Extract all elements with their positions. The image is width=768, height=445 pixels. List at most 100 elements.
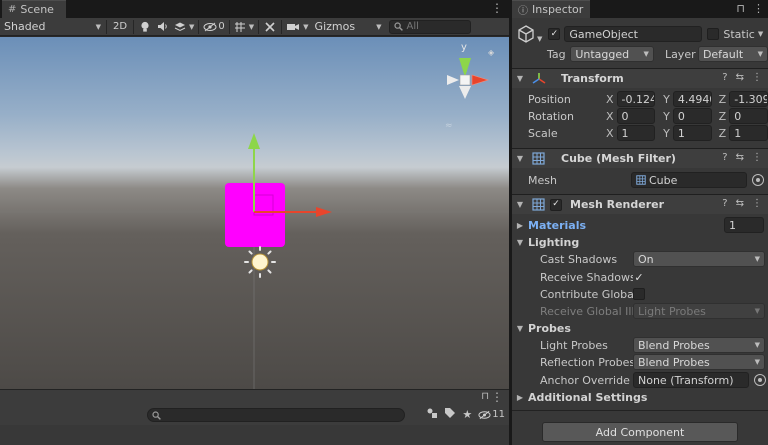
label-filter-button[interactable] bbox=[426, 407, 438, 422]
tag-dropdown[interactable]: Untagged ▼ bbox=[570, 46, 654, 62]
scene-search-input[interactable]: All bbox=[388, 19, 471, 34]
transform-header[interactable]: ▼ Transform ? ⇆ ⋮ bbox=[512, 68, 768, 88]
more-icon[interactable]: ⋮ bbox=[491, 390, 503, 404]
additional-settings-section[interactable]: ▶ Additional Settings bbox=[512, 389, 768, 405]
scale-z-field[interactable]: 1 bbox=[729, 125, 768, 141]
materials-count-field[interactable]: 1 bbox=[724, 217, 764, 233]
axis-x-label: X bbox=[605, 126, 614, 140]
tab-scene[interactable]: # Scene bbox=[2, 0, 66, 18]
fold-arrow-icon[interactable]: ▼ bbox=[514, 200, 526, 209]
tab-inspector[interactable]: ⓘ Inspector bbox=[512, 0, 590, 18]
position-y-field[interactable]: 4.4940 bbox=[672, 91, 712, 107]
materials-row[interactable]: ▶ Materials 1 bbox=[512, 217, 768, 233]
light-probes-dropdown[interactable]: Blend Probes ▼ bbox=[633, 337, 765, 353]
scale-y-field[interactable]: 1 bbox=[672, 125, 712, 141]
lock-icon[interactable]: ◈ bbox=[488, 48, 495, 57]
chevron-down-icon[interactable]: ▼ bbox=[758, 30, 763, 38]
position-x-value: -0.1243 bbox=[621, 92, 655, 106]
fold-arrow-icon[interactable]: ▼ bbox=[514, 74, 526, 83]
more-icon[interactable]: ⋮ bbox=[752, 152, 762, 163]
gameobject-name-field[interactable]: GameObject bbox=[564, 26, 703, 42]
mesh-filter-header[interactable]: ▼ Cube (Mesh Filter) ? ⇆ ⋮ bbox=[512, 148, 768, 168]
more-icon[interactable]: ⋮ bbox=[491, 1, 503, 15]
lighting-toggle-button[interactable] bbox=[136, 19, 154, 35]
scene-visibility-toggle[interactable]: 0 bbox=[201, 19, 226, 35]
axis-y-label: Y bbox=[663, 126, 670, 140]
lock-icon[interactable]: ⊓ bbox=[736, 2, 745, 15]
rotation-y-field[interactable]: 0 bbox=[672, 108, 712, 124]
static-checkbox[interactable] bbox=[707, 28, 720, 40]
help-icon[interactable]: ? bbox=[722, 152, 727, 163]
help-icon[interactable]: ? bbox=[722, 198, 727, 209]
light-bulb-icon bbox=[141, 21, 149, 32]
additional-settings-label: Additional Settings bbox=[528, 390, 648, 404]
toolbar-divider bbox=[106, 19, 107, 34]
chevron-down-icon[interactable]: ▼ bbox=[537, 35, 542, 43]
tools-button[interactable] bbox=[261, 19, 279, 35]
reflection-probes-row: Reflection Probes Blend Probes ▼ bbox=[512, 354, 768, 370]
move-y-arrowhead[interactable] bbox=[248, 133, 260, 149]
sun-icon[interactable] bbox=[244, 246, 276, 278]
gizmos-dropdown[interactable]: Gizmos ▼ bbox=[311, 19, 385, 35]
more-icon[interactable]: ⋮ bbox=[753, 2, 764, 15]
scene-viewport[interactable]: y ◈ ≈ bbox=[0, 37, 509, 389]
preset-icon[interactable]: ⇆ bbox=[736, 72, 744, 83]
lighting-section[interactable]: ▼ Lighting bbox=[512, 234, 768, 250]
rotation-z-field[interactable]: 0 bbox=[729, 108, 768, 124]
fold-arrow-icon[interactable]: ▼ bbox=[514, 324, 526, 333]
2d-toggle-button[interactable]: 2D bbox=[109, 19, 131, 35]
anchor-override-field[interactable]: None (Transform) bbox=[633, 372, 749, 388]
preset-icon[interactable]: ⇆ bbox=[736, 152, 744, 163]
mesh-renderer-enabled-checkbox[interactable]: ✓ bbox=[550, 198, 562, 211]
object-picker-icon[interactable] bbox=[752, 174, 764, 186]
reflection-probes-dropdown[interactable]: Blend Probes ▼ bbox=[633, 354, 765, 370]
grid-snap-dropdown[interactable]: ▼ bbox=[232, 19, 256, 35]
shading-mode-dropdown[interactable]: Shaded ▼ bbox=[0, 19, 104, 35]
position-x-field[interactable]: -0.1243 bbox=[616, 91, 656, 107]
add-component-button[interactable]: Add Component bbox=[542, 422, 738, 442]
project-search-input[interactable] bbox=[147, 408, 405, 422]
preset-icon[interactable]: ⇆ bbox=[736, 198, 744, 209]
mesh-renderer-header[interactable]: ▼ ✓ Mesh Renderer ? ⇆ ⋮ bbox=[512, 194, 768, 214]
fold-arrow-icon[interactable]: ▼ bbox=[514, 238, 526, 247]
favorites-button[interactable]: ★ bbox=[462, 408, 472, 421]
chevron-down-icon: ▼ bbox=[95, 22, 101, 31]
more-icon[interactable]: ⋮ bbox=[752, 72, 762, 83]
hidden-layers-button[interactable]: 11 bbox=[478, 409, 505, 420]
fold-arrow-icon[interactable]: ▼ bbox=[514, 154, 526, 163]
effects-dropdown[interactable]: ▼ bbox=[172, 19, 196, 35]
mesh-object-field[interactable]: Cube bbox=[631, 172, 747, 188]
tools-icon bbox=[265, 21, 275, 32]
contribute-gi-checkbox[interactable] bbox=[633, 288, 645, 300]
scale-x-field[interactable]: 1 bbox=[616, 125, 656, 141]
light-probes-label: Light Probes bbox=[540, 338, 608, 352]
object-picker-icon[interactable] bbox=[754, 374, 766, 386]
chevron-down-icon: ▼ bbox=[754, 255, 760, 263]
lock-icon[interactable]: ⊓ bbox=[481, 391, 489, 402]
rotation-y-value: 0 bbox=[677, 109, 685, 123]
rotation-x-field[interactable]: 0 bbox=[616, 108, 656, 124]
move-x-arrowhead[interactable] bbox=[316, 207, 332, 217]
static-label: Static bbox=[723, 27, 755, 41]
receive-shadows-checkbox[interactable]: ✓ bbox=[633, 271, 645, 283]
camera-dropdown[interactable]: ▼ bbox=[284, 19, 310, 35]
cast-shadows-dropdown[interactable]: On ▼ bbox=[633, 251, 765, 267]
toolbar-divider bbox=[133, 19, 134, 34]
section-divider bbox=[512, 410, 768, 411]
probes-section[interactable]: ▼ Probes bbox=[512, 320, 768, 336]
position-z-field[interactable]: -1.3099 bbox=[729, 91, 768, 107]
gameobject-active-checkbox[interactable]: ✓ bbox=[548, 28, 561, 40]
tag-filter-button[interactable] bbox=[444, 407, 456, 422]
mesh-grid-icon bbox=[532, 198, 545, 211]
inspector-tab-bar: ⓘ Inspector ⊓ ⋮ bbox=[512, 0, 768, 18]
help-icon[interactable]: ? bbox=[722, 72, 727, 83]
view-orientation-gizmo[interactable]: y ◈ bbox=[447, 42, 495, 99]
speaker-icon bbox=[158, 22, 167, 31]
receive-gi-label: Receive Global Illu bbox=[540, 304, 633, 318]
mesh-grid-icon bbox=[636, 175, 646, 185]
audio-toggle-button[interactable] bbox=[154, 19, 172, 35]
more-icon[interactable]: ⋮ bbox=[752, 198, 762, 209]
fold-arrow-icon[interactable]: ▶ bbox=[514, 393, 526, 402]
fold-arrow-icon[interactable]: ▶ bbox=[514, 221, 526, 230]
layer-dropdown[interactable]: Default ▼ bbox=[697, 46, 768, 62]
